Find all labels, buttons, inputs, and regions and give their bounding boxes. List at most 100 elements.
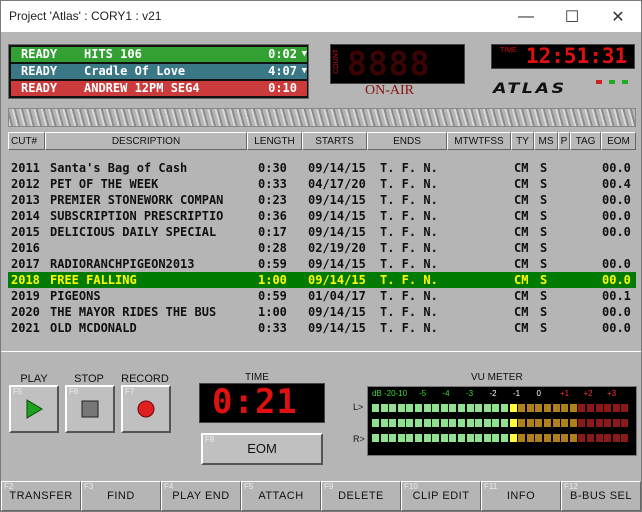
table-row[interactable]: 2019 PIGEONS 0:59 01/04/17 T. F. N. CM S 00.1 — [8, 288, 636, 304]
cell-ends: T. F. N. — [380, 161, 438, 175]
deck-row-2[interactable]: READY Cradle Of Love 4:07 ▼ — [11, 64, 307, 79]
eom-button[interactable]: F8 EOM — [201, 433, 323, 465]
cell-ms: S — [540, 177, 548, 191]
column-header[interactable]: MS — [534, 132, 558, 150]
column-header[interactable]: ENDS — [367, 132, 447, 150]
table-row[interactable]: 2016 0:28 02/19/20 T. F. N. CM S — [8, 240, 636, 256]
vu-segment — [475, 419, 483, 427]
table-row[interactable]: 2021 OLD MCDONALD 0:33 09/14/15 T. F. N. CM S 0… — [8, 320, 636, 336]
vu-scale-tick: -10 — [395, 389, 408, 398]
record-label: RECORD — [121, 373, 169, 385]
deck-title: ANDREW 12PM SEG4 — [84, 81, 200, 95]
column-header[interactable]: LENGTH — [247, 132, 302, 150]
minimize-button[interactable]: — — [503, 1, 549, 32]
fkey-button-clip-edit[interactable]: F10 CLIP EDIT — [401, 481, 481, 511]
indicator-led-green — [622, 80, 628, 84]
deck-row-1[interactable]: READY HITS 106 0:02 ▼ — [11, 47, 307, 62]
vu-segment — [604, 419, 612, 427]
fkey-text: ATTACH — [258, 490, 304, 502]
cell-ty: CM — [514, 161, 529, 175]
table-row[interactable]: 2012 PET OF THE WEEK 0:33 04/17/20 T. F. N. C… — [8, 176, 636, 192]
cell-cut: 2014 — [11, 209, 40, 223]
cell-eom: 00.0 — [602, 225, 631, 239]
cell-length: 0:36 — [258, 209, 287, 223]
vu-segment — [483, 404, 491, 412]
cell-ends: T. F. N. — [380, 209, 438, 223]
record-button[interactable]: F7 — [121, 385, 171, 433]
window-title: Project 'Atlas' : CORY1 : v21 — [9, 9, 162, 23]
column-header[interactable]: CUT# — [8, 132, 45, 150]
deck-state: READY — [21, 64, 58, 78]
column-header[interactable]: MTWTFSS — [447, 132, 511, 150]
vu-segment — [440, 404, 448, 412]
cell-length: 0:28 — [258, 241, 287, 255]
cell-ty: CM — [514, 241, 529, 255]
vu-segment — [423, 419, 431, 427]
cell-ms: S — [540, 257, 548, 271]
column-header[interactable]: P — [558, 132, 570, 150]
vu-segment — [518, 419, 526, 427]
fkey-button-b-bus-sel[interactable]: F12 B-BUS SEL — [561, 481, 641, 511]
fkey-button-transfer[interactable]: F2 TRANSFER — [1, 481, 81, 511]
vu-segment — [552, 434, 560, 442]
vu-segment — [578, 419, 586, 427]
waveform-strip[interactable] — [8, 108, 636, 127]
vu-scale-tick: 0 — [536, 389, 541, 398]
vu-segment — [561, 419, 569, 427]
cell-length: 1:00 — [258, 305, 287, 319]
close-button[interactable]: ✕ — [595, 1, 641, 32]
elapsed-time-display: 0:21 — [199, 382, 325, 423]
cell-length: 1:00 — [258, 273, 287, 287]
deck-time: 4:07 — [268, 64, 297, 78]
cell-length: 0:59 — [258, 257, 287, 271]
table-row[interactable]: 2017 RADIORANCHPIGEON2013 0:59 09/14/15 T. F… — [8, 256, 636, 272]
table-row[interactable]: 2018 FREE FALLING 1:00 09/14/15 T. F. N. CM S 0… — [8, 272, 636, 288]
vu-segment — [380, 404, 388, 412]
vu-segment — [587, 419, 594, 427]
deck-state: READY — [21, 81, 58, 95]
play-button[interactable]: F5 — [9, 385, 59, 433]
table-row[interactable]: 2014 SUBSCRIPTION PRESCRIPTIO 0:36 09/14/15… — [8, 208, 636, 224]
cell-eom: 00.0 — [602, 193, 631, 207]
vu-segment — [552, 419, 560, 427]
table-row[interactable]: 2013 PREMIER STONEWORK COMPAN 0:23 09/14/15… — [8, 192, 636, 208]
cell-desc: SUBSCRIPTION PRESCRIPTIO — [50, 209, 224, 223]
cell-ms: S — [540, 193, 548, 207]
vu-segment — [389, 404, 397, 412]
column-header[interactable]: TAG — [570, 132, 601, 150]
stop-button[interactable]: F6 — [65, 385, 115, 433]
vu-segment — [492, 419, 500, 427]
cell-ty: CM — [514, 209, 529, 223]
deck-row-3[interactable]: READY ANDREW 12PM SEG4 0:10 — [11, 81, 307, 96]
cell-starts: 09/14/15 — [308, 273, 366, 287]
cell-ms: S — [540, 305, 548, 319]
vu-segment — [569, 419, 577, 427]
column-header[interactable]: TY — [511, 132, 534, 150]
vu-segment — [475, 404, 483, 412]
table-row[interactable]: 2020 THE MAYOR RIDES THE BUS 1:00 09/14/15 T… — [8, 304, 636, 320]
atlas-logo: ATLAS — [493, 81, 567, 97]
fkey-button-find[interactable]: F3 FIND — [81, 481, 161, 511]
cell-starts: 09/14/15 — [308, 209, 366, 223]
maximize-button[interactable]: ☐ — [549, 1, 595, 32]
column-header[interactable]: EOM — [601, 132, 636, 150]
fkey-button-attach[interactable]: F5 ATTACH — [241, 481, 321, 511]
vu-segment — [415, 404, 422, 412]
table-row[interactable]: 2015 DELICIOUS DAILY SPECIAL 0:17 09/14/15 T… — [8, 224, 636, 240]
cell-cut: 2018 — [11, 273, 40, 287]
vu-segment — [501, 434, 508, 442]
vu-segment — [518, 404, 526, 412]
cell-ms: S — [540, 289, 548, 303]
fkey-button-delete[interactable]: F9 DELETE — [321, 481, 401, 511]
vu-scale-tick: +3 — [607, 389, 617, 398]
cell-ends: T. F. N. — [380, 257, 438, 271]
vu-segment — [604, 404, 612, 412]
column-header[interactable]: DESCRIPTION — [45, 132, 247, 150]
fkey-button-play-end[interactable]: F4 PLAY END — [161, 481, 241, 511]
table-row[interactable]: 2011 Santa's Bag of Cash 0:30 09/14/15 T. F.… — [8, 160, 636, 176]
fkey-button-info[interactable]: F11 INFO — [481, 481, 561, 511]
column-header[interactable]: STARTS — [302, 132, 367, 150]
play-label: PLAY — [20, 373, 48, 385]
cell-starts: 09/14/15 — [308, 321, 366, 335]
cell-desc: RADIORANCHPIGEON2013 — [50, 257, 195, 271]
